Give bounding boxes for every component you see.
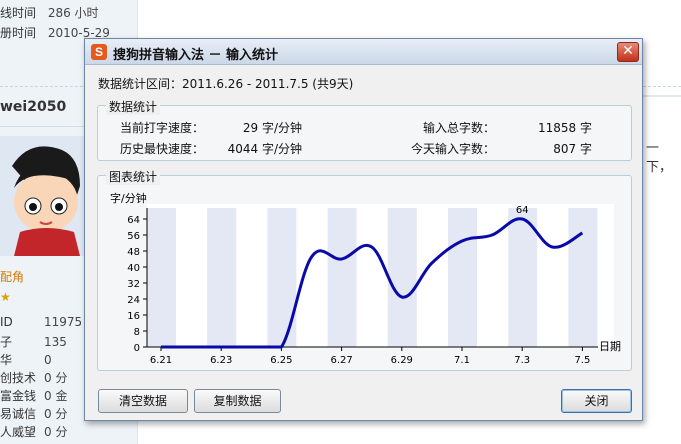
x-tick-label: 7.3	[514, 355, 530, 366]
y-tick-label: 32	[127, 279, 140, 290]
rank-star-icon: ★	[0, 290, 11, 304]
date-range: 数据统计区间：2011.6.26 - 2011.7.5 (共9天)	[98, 77, 354, 91]
y-tick-label: 56	[127, 231, 140, 242]
peak-annotation: 64	[516, 205, 529, 216]
dialog-title: 搜狗拼音输入法 － 输入统计	[113, 48, 279, 63]
day-band	[207, 208, 237, 347]
stats-group: 数据统计 当前打字速度： 29 字/分钟 历史最快速度： 4044 字/分钟 输…	[97, 98, 632, 161]
x-axis-label: 日期	[599, 340, 621, 353]
stats-group-title: 数据统计	[106, 98, 161, 115]
current-speed-value: 29 字/分钟	[242, 121, 302, 135]
chart-group: 图表统计 0 8 16 24 32 40 48 56 64 6.21 6.23 6.25 6.27 6.2…	[97, 168, 632, 371]
sogou-icon: S	[91, 44, 107, 60]
stat-row: 人威望 0 分	[0, 425, 68, 439]
day-band	[448, 208, 477, 347]
stat-row: 富金钱 0 金	[0, 389, 68, 403]
close-button[interactable]: 关闭	[561, 389, 632, 413]
avatar-shirt	[14, 228, 80, 256]
total-chars-label: 输入总字数：	[423, 121, 496, 135]
stat-row: 易诚信 0 分	[0, 407, 68, 421]
max-speed-label: 历史最快速度：	[120, 142, 205, 156]
copy-data-button[interactable]: 复制数据	[194, 389, 281, 413]
y-tick-label: 16	[127, 311, 140, 322]
day-band	[387, 208, 417, 347]
x-tick-label: 6.23	[210, 355, 232, 366]
stat-row: 子 135	[0, 335, 67, 349]
online-time-value: 286 小时	[47, 6, 99, 20]
y-tick-label: 40	[127, 263, 140, 274]
register-time-label: 册时间	[0, 26, 37, 40]
clear-data-button[interactable]: 清空数据	[98, 389, 188, 413]
x-tick-label: 6.25	[270, 355, 292, 366]
day-band	[327, 208, 357, 347]
dialog-titlebar[interactable]: S 搜狗拼音输入法 － 输入统计 ✕	[85, 39, 642, 65]
y-tick-label: 8	[134, 327, 140, 338]
x-tick-label: 6.29	[391, 355, 413, 366]
today-chars-label: 今天输入字数：	[411, 142, 496, 156]
y-tick-label: 0	[134, 343, 140, 354]
y-tick-label: 24	[127, 295, 140, 306]
username[interactable]: wei2050	[0, 99, 66, 115]
stat-row: ID 11975	[0, 315, 83, 329]
today-chars-value: 807 字	[553, 142, 592, 156]
online-time-label: 线时间	[0, 6, 37, 20]
close-icon[interactable]: ✕	[617, 42, 639, 62]
y-tick-label: 64	[127, 215, 140, 226]
post-text-fragment: 一下，	[646, 141, 673, 175]
online-time-row: 线时间 286 小时	[0, 4, 99, 21]
stat-row: 创技术 0 分	[0, 371, 68, 385]
y-tick-label: 48	[127, 247, 140, 258]
user-role: 配角	[0, 270, 25, 284]
y-axis-label: 字/分钟	[110, 191, 147, 205]
day-band	[147, 208, 176, 347]
x-tick-label: 6.21	[150, 355, 172, 366]
speed-chart: 0 8 16 24 32 40 48 56 64 6.21 6.23 6.25 6.27 6.29 7.1 7…	[110, 191, 621, 366]
x-tick-label: 6.27	[330, 355, 352, 366]
total-chars-value: 11858 字	[538, 121, 592, 135]
current-speed-label: 当前打字速度：	[120, 121, 205, 135]
day-band	[568, 208, 598, 347]
input-stats-dialog: S 搜狗拼音输入法 － 输入统计 ✕ 数据统计区间：2011.6.26 - 20…	[84, 38, 643, 421]
stat-row: 华0	[0, 353, 52, 367]
max-speed-value: 4044 字/分钟	[227, 142, 302, 156]
day-band	[267, 208, 297, 347]
x-tick-label: 7.5	[574, 355, 590, 366]
x-tick-label: 7.1	[454, 355, 470, 366]
post-header-bar	[643, 95, 681, 97]
